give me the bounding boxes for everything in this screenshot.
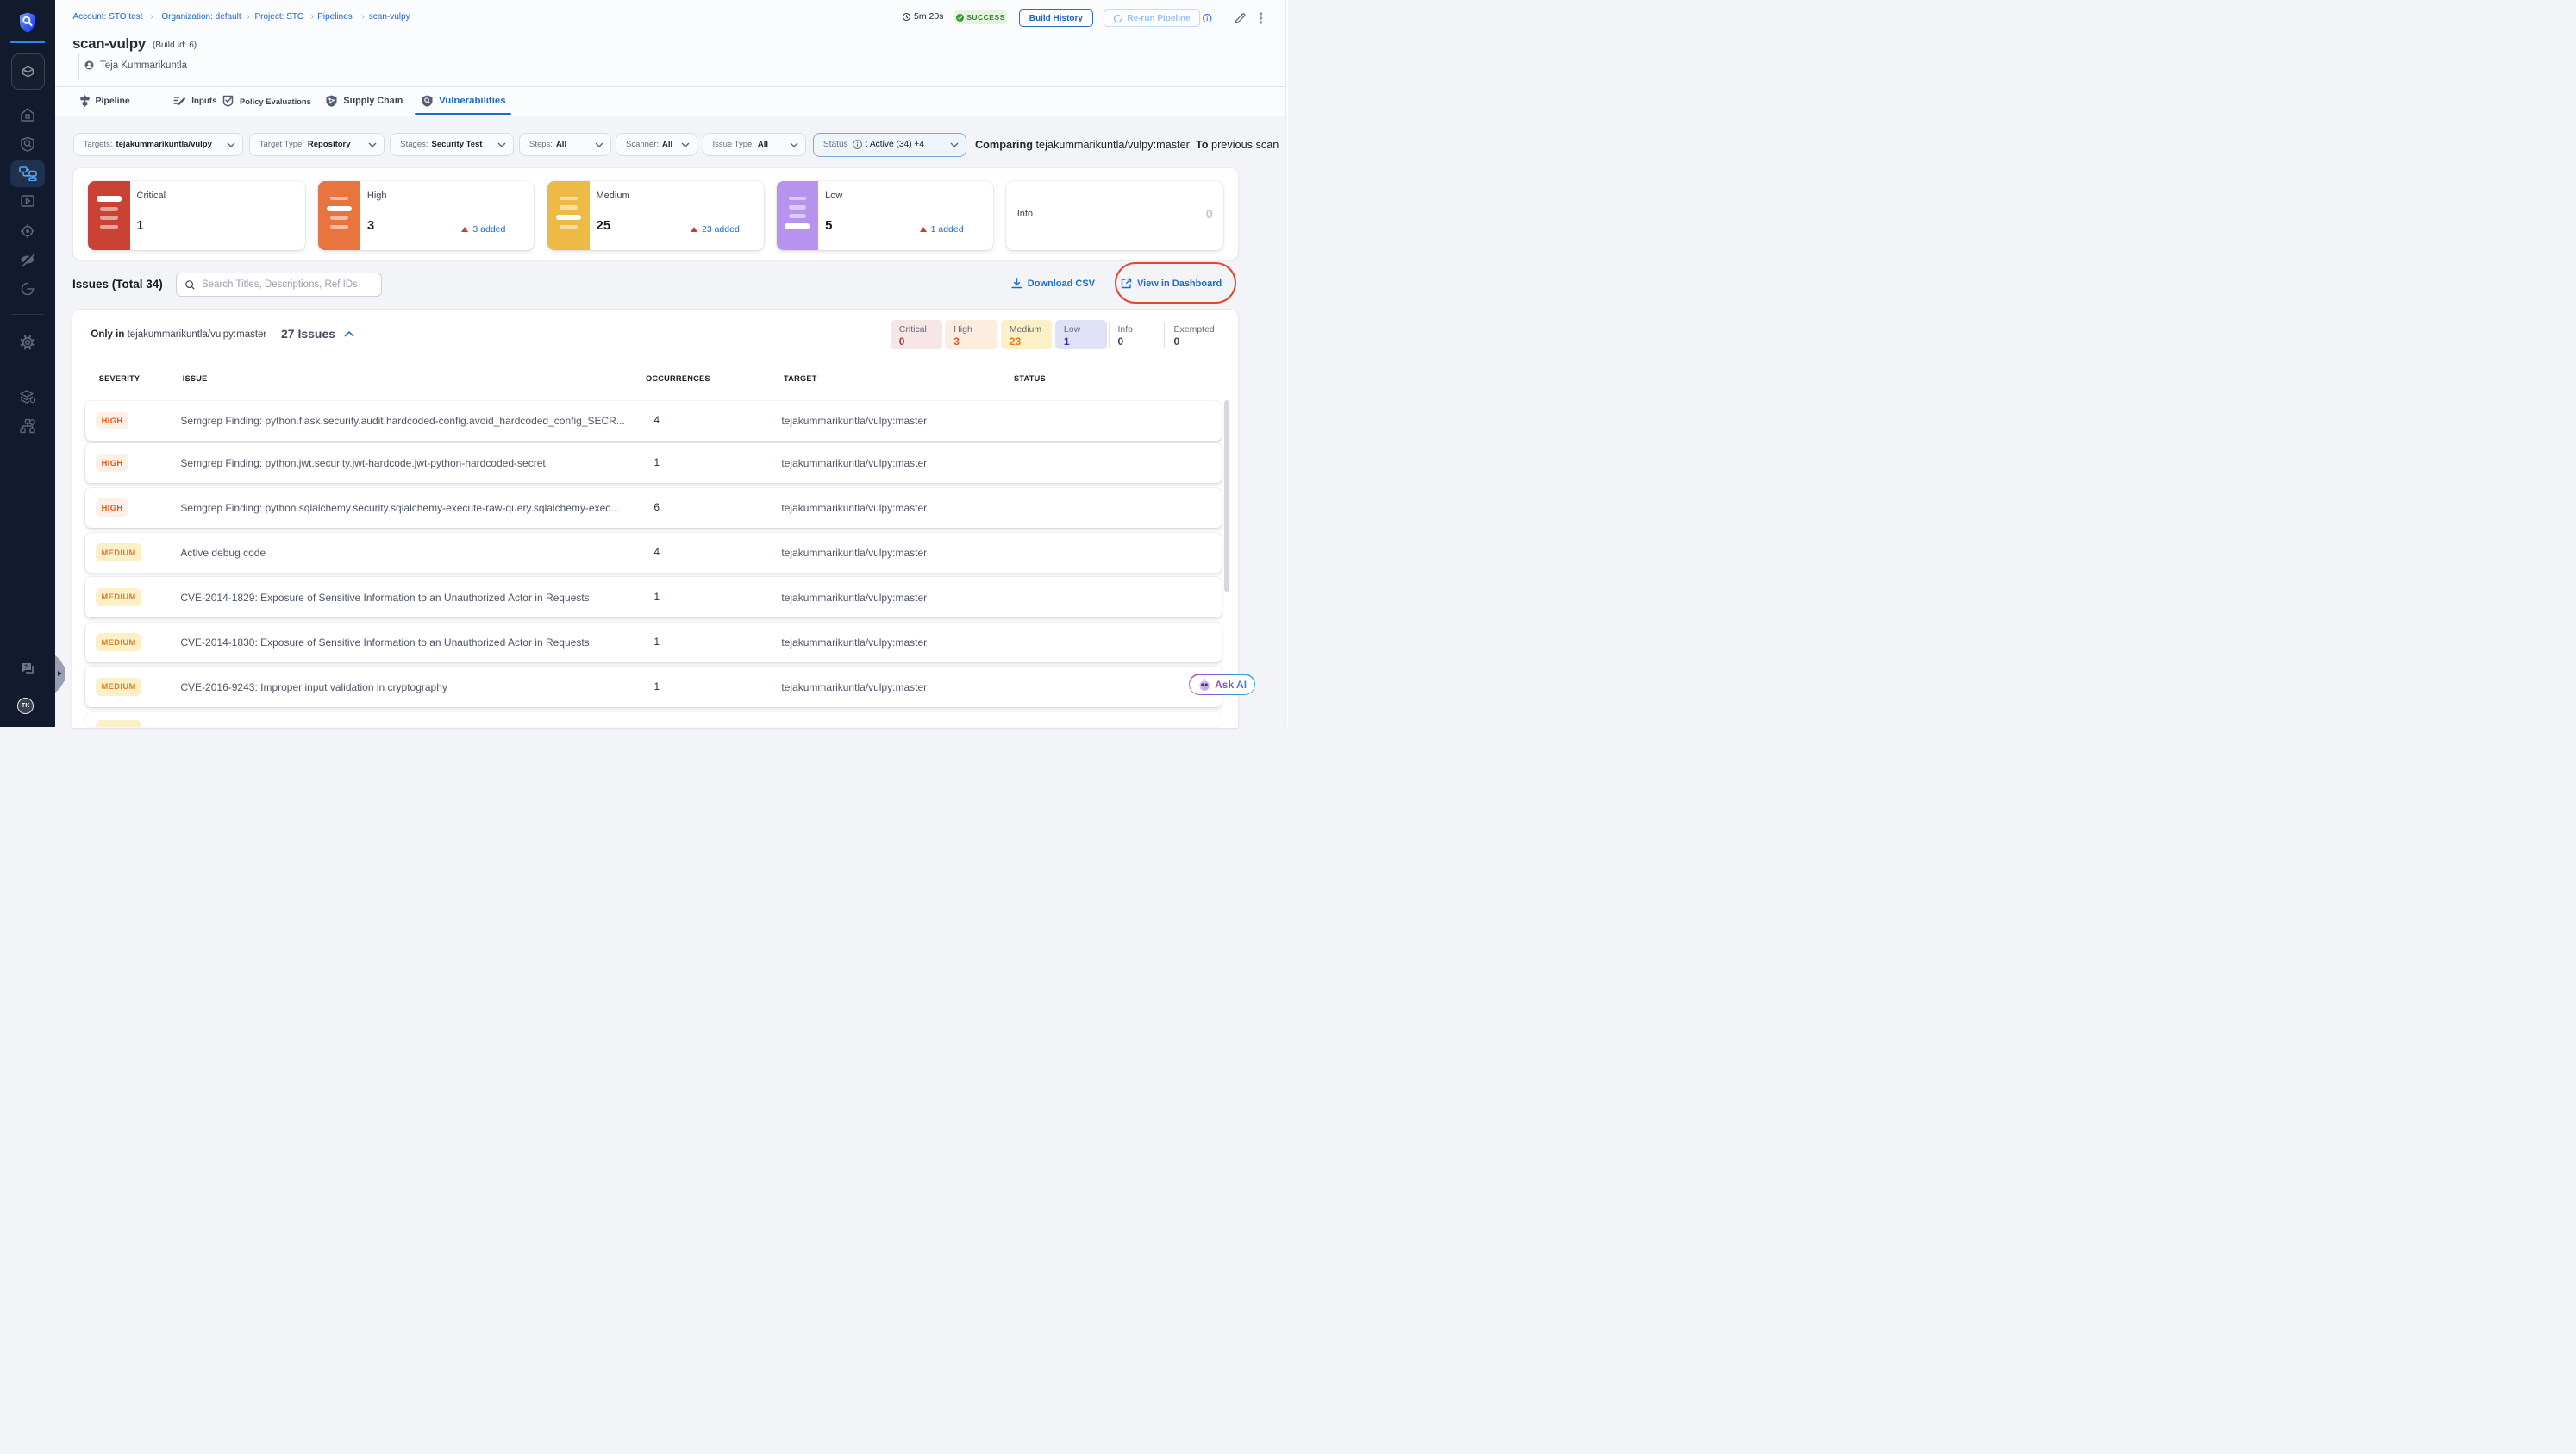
svg-text:?: ? xyxy=(24,665,28,671)
